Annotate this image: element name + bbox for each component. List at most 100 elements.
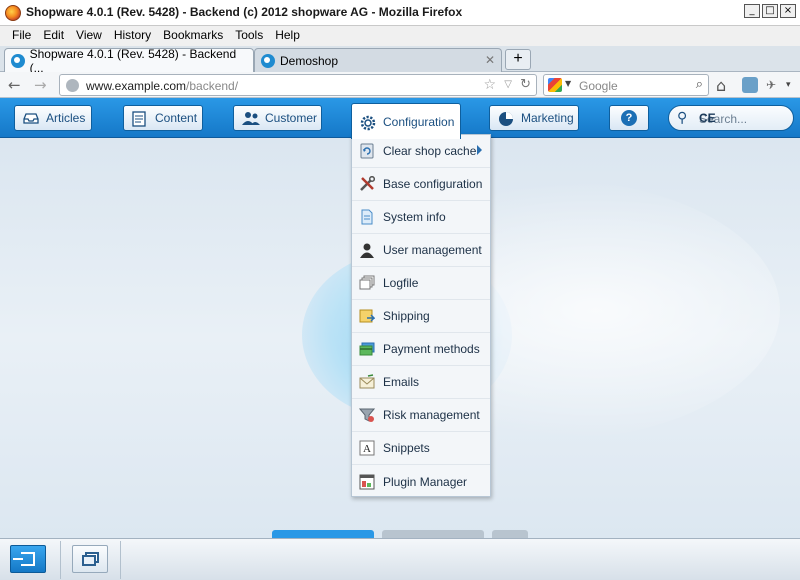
shopware-icon	[261, 53, 275, 68]
back-icon[interactable]: ←	[8, 76, 21, 94]
bookmark-star-icon[interactable]: ☆	[483, 77, 496, 93]
backend-search-value: CE	[699, 111, 716, 125]
cache-icon	[359, 143, 375, 159]
engine-dropdown-icon[interactable]: ▼	[565, 79, 571, 88]
taskbar-divider	[60, 541, 61, 579]
articles-button[interactable]: Articles	[14, 105, 92, 131]
customer-label: Customer	[265, 111, 318, 125]
user-icon	[359, 242, 375, 258]
forward-icon[interactable]: →	[34, 76, 47, 94]
close-button[interactable]: ×	[780, 4, 796, 18]
menu-item-label: Payment methods	[383, 342, 480, 356]
content-button[interactable]: Content	[123, 105, 203, 131]
logout-icon	[13, 552, 35, 566]
menu-item-label: Clear shop cache	[383, 144, 477, 158]
history-dropdown-icon[interactable]: ▽	[504, 79, 512, 90]
menu-item-system-info[interactable]: System info	[352, 201, 490, 234]
articles-label: Articles	[46, 111, 86, 125]
tab-shopware-backend[interactable]: Shopware 4.0.1 (Rev. 5428) - Backend (..…	[4, 47, 254, 75]
logout-button[interactable]	[10, 545, 46, 573]
window-titlebar: Shopware 4.0.1 (Rev. 5428) - Backend (c)…	[0, 0, 800, 26]
menu-item-label: Shipping	[383, 309, 430, 323]
configuration-button[interactable]: Configuration	[351, 103, 461, 139]
menu-item-logfile[interactable]: Logfile	[352, 267, 490, 300]
help-icon: ?	[621, 110, 637, 126]
menu-item-shipping[interactable]: Shipping	[352, 300, 490, 333]
menu-item-label: Plugin Manager	[383, 474, 468, 489]
gear-icon	[360, 115, 376, 130]
menu-bookmarks[interactable]: Bookmarks	[157, 26, 229, 46]
url-bar[interactable]: www.example.com/backend/ ☆ ▽ ↻	[59, 74, 537, 96]
menu-tools[interactable]: Tools	[229, 26, 269, 46]
menubar: File Edit View History Bookmarks Tools H…	[0, 26, 800, 46]
menu-arrow-icon[interactable]: ▾	[786, 80, 791, 90]
minimize-button[interactable]: _	[744, 4, 760, 18]
tab-bar: Shopware 4.0.1 (Rev. 5428) - Backend (..…	[0, 46, 800, 75]
pie-chart-icon	[498, 111, 514, 126]
menu-item-label: Logfile	[383, 276, 419, 290]
addon-plane-icon[interactable]: ✈	[766, 78, 776, 92]
menu-item-clear-shop-cache[interactable]: Clear shop cache	[352, 135, 490, 168]
new-tab-button[interactable]: +	[505, 49, 531, 70]
menu-item-user-management[interactable]: User management	[352, 234, 490, 267]
shipping-icon	[359, 308, 376, 324]
help-button[interactable]: ?	[609, 105, 649, 131]
menu-item-label: Emails	[383, 375, 420, 389]
menu-item-plugin-manager[interactable]: Plugin Manager	[352, 465, 490, 498]
menu-help[interactable]: Help	[269, 26, 306, 46]
menu-item-base-configuration[interactable]: Base configuration	[352, 168, 490, 201]
search-icon[interactable]: ⌕	[696, 77, 703, 92]
marketing-button[interactable]: Marketing	[489, 105, 579, 131]
content-label: Content	[155, 111, 198, 125]
logfile-icon	[359, 275, 375, 291]
window-controls: _ □ ×	[744, 4, 796, 18]
customer-button[interactable]: Customer	[233, 105, 322, 131]
submenu-arrow-icon	[477, 145, 482, 155]
menu-item-label: User management	[383, 243, 482, 257]
articles-icon	[23, 111, 39, 125]
menu-history[interactable]: History	[108, 26, 157, 46]
menu-item-snippets[interactable]: A Snippets	[352, 432, 490, 465]
menu-file[interactable]: File	[6, 26, 37, 46]
menu-item-payment-methods[interactable]: Payment methods	[352, 333, 490, 366]
url-host: www.example.com	[86, 79, 187, 93]
email-icon	[359, 374, 375, 390]
tools-icon	[359, 175, 376, 192]
navigation-bar: ← → www.example.com/backend/ ☆ ▽ ↻ ▼ Goo…	[0, 72, 800, 98]
home-icon[interactable]: ⌂	[716, 76, 726, 95]
window-title: Shopware 4.0.1 (Rev. 5428) - Backend (c)…	[26, 5, 463, 19]
menu-item-label: Base configuration	[383, 177, 483, 191]
tab-demoshop[interactable]: Demoshop ✕	[254, 48, 502, 72]
content-icon	[132, 111, 148, 127]
taskbar-divider	[120, 541, 121, 579]
menu-view[interactable]: View	[70, 26, 108, 46]
menu-item-label: System info	[383, 210, 446, 224]
search-icon: ⚲	[677, 110, 688, 126]
windows-icon-back	[82, 555, 96, 566]
url-text: www.example.com/backend/	[86, 79, 238, 93]
reload-icon[interactable]: ↻	[520, 77, 531, 92]
customer-icon	[242, 111, 260, 125]
addon-icon[interactable]	[742, 77, 758, 93]
firefox-icon	[5, 5, 21, 21]
payment-icon	[359, 341, 375, 357]
globe-icon	[66, 79, 79, 92]
menu-item-label: Risk management	[383, 408, 480, 422]
document-icon	[359, 209, 375, 225]
backend-search-field[interactable]: ⚲ Search... CE	[668, 105, 794, 131]
google-icon[interactable]	[548, 78, 562, 92]
backend-taskbar	[0, 538, 800, 580]
maximize-button[interactable]: □	[762, 4, 778, 18]
menu-item-label: Snippets	[383, 441, 430, 455]
url-path: /backend/	[186, 79, 239, 93]
web-search-placeholder: Google	[579, 79, 618, 93]
menu-edit[interactable]: Edit	[37, 26, 70, 46]
windows-overview-button[interactable]	[72, 545, 108, 573]
background-tab-strip	[272, 530, 374, 538]
configuration-dropdown-menu: Clear shop cache Base configuration Syst…	[351, 134, 491, 497]
web-search-bar[interactable]: ▼ Google ⌕	[543, 74, 709, 96]
menu-item-emails[interactable]: Emails	[352, 366, 490, 399]
plugin-icon	[359, 474, 375, 490]
menu-item-risk-management[interactable]: Risk management	[352, 399, 490, 432]
close-tab-icon[interactable]: ✕	[485, 53, 495, 67]
